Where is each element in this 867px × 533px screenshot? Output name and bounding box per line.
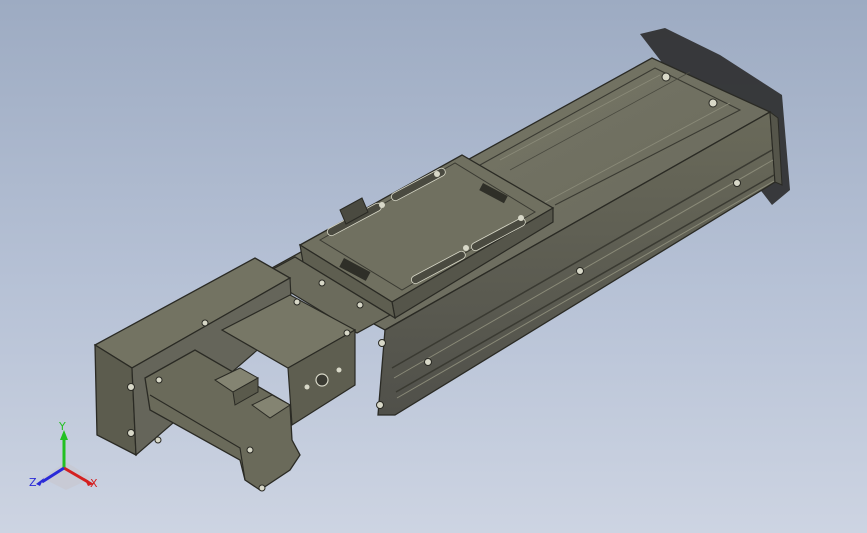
motor-front[interactable] xyxy=(144,349,301,492)
z-axis-label: Z xyxy=(29,476,37,489)
x-axis-label: X xyxy=(90,477,98,490)
3d-model-scene[interactable]: Y X Z xyxy=(0,0,867,533)
y-axis-label: Y xyxy=(58,420,66,433)
graphics-viewport[interactable]: Y X Z xyxy=(0,0,867,533)
axis-triad: Y X Z xyxy=(29,420,98,490)
